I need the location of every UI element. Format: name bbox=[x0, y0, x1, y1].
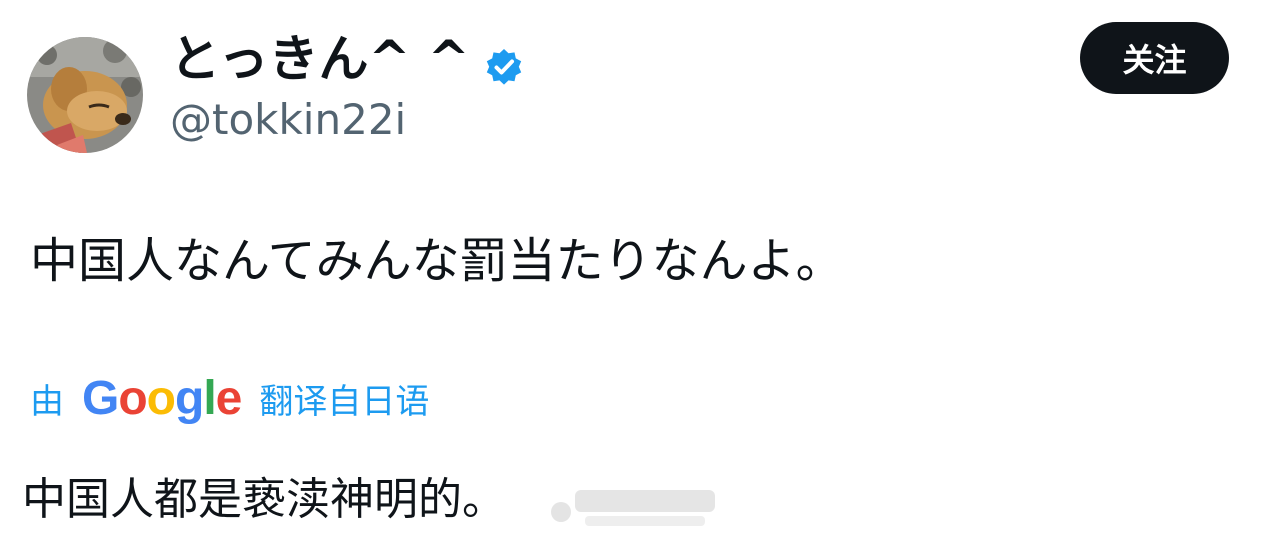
avatar[interactable] bbox=[27, 37, 143, 153]
follow-button[interactable]: 关注 bbox=[1080, 22, 1229, 94]
display-name-row[interactable]: とっきん^ ^ bbox=[170, 28, 524, 90]
display-name[interactable]: とっきん^ ^ bbox=[170, 28, 470, 90]
verified-badge-icon[interactable] bbox=[484, 39, 524, 85]
google-logo: Google bbox=[82, 371, 242, 425]
dog-avatar-image bbox=[27, 37, 143, 153]
translated-tweet-text: 中国人都是亵渎神明的。 bbox=[22, 474, 506, 525]
watermark bbox=[545, 478, 745, 529]
translation-attribution[interactable]: 由 Google 翻译自日语 bbox=[30, 368, 429, 428]
tweet-text: 中国人なんてみんな罰当たりなんよ。 bbox=[30, 233, 844, 289]
translation-source-label[interactable]: 翻译自日语 bbox=[259, 374, 429, 423]
translation-by-label: 由 bbox=[30, 381, 64, 422]
user-handle[interactable]: @tokkin22i bbox=[170, 94, 406, 146]
